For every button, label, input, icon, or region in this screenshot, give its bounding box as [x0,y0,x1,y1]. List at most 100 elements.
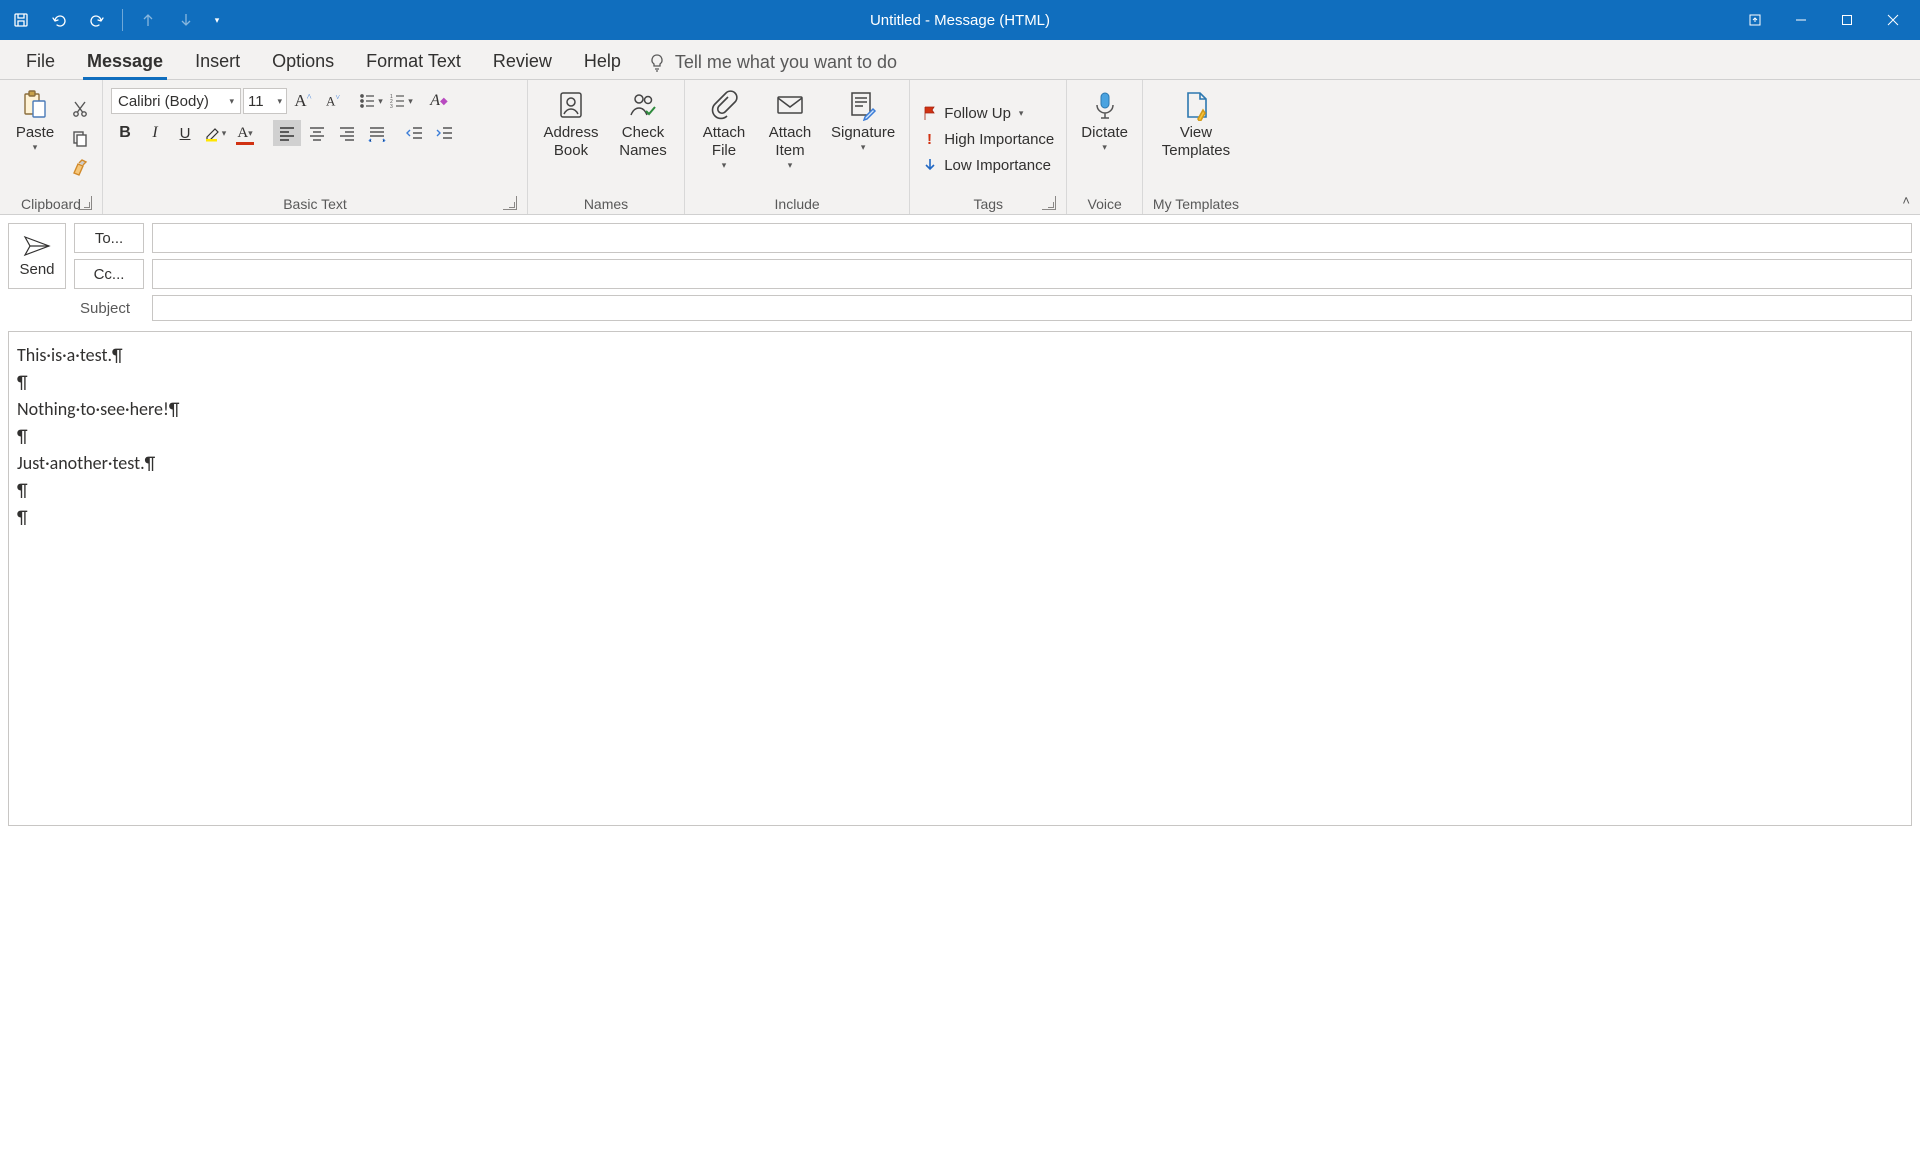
bold-button[interactable]: B [111,120,139,146]
attach-file-label: Attach File [699,124,749,160]
to-input[interactable] [152,223,1912,253]
decrease-indent-icon [406,124,424,142]
tab-options[interactable]: Options [256,43,350,79]
group-tags: Follow Up▾ ! High Importance Low Importa… [910,80,1067,214]
redo-button[interactable] [80,0,114,40]
body-line: This·is·a·test.¶ [17,342,1903,369]
group-label-basic-text: Basic Text [283,196,347,212]
send-button[interactable]: Send [8,223,66,289]
align-justify-icon [368,124,386,142]
highlight-icon [204,124,222,142]
cut-button[interactable] [66,96,94,122]
underline-button[interactable]: U [171,120,199,146]
cc-button[interactable]: Cc... [74,259,144,289]
svg-text:!: ! [927,131,932,147]
text-highlight-button[interactable]: ▾ [201,120,229,146]
dictate-label: Dictate [1081,124,1128,142]
decrease-indent-button[interactable] [401,120,429,146]
message-body-editor[interactable]: This·is·a·test.¶ ¶ Nothing·to·see·here!¶… [8,331,1912,826]
font-size-combo[interactable]: 11▾ [243,88,287,114]
body-line: ¶ [17,369,1903,396]
bullets-icon [359,92,377,110]
group-label-templates: My Templates [1151,192,1241,214]
attach-item-button[interactable]: Attach Item ▾ [759,84,821,171]
tags-launcher[interactable] [1042,196,1056,210]
font-color-button[interactable]: A▾ [231,120,259,146]
subject-label: Subject [74,300,144,317]
copy-icon [71,129,89,147]
subject-input[interactable] [152,295,1912,321]
tab-format-text[interactable]: Format Text [350,43,477,79]
paste-button[interactable]: Paste ▾ [8,84,62,153]
view-templates-button[interactable]: View Templates [1151,84,1241,160]
tab-message[interactable]: Message [71,43,179,79]
group-include: Attach File ▾ Attach Item ▾ Signature ▾ … [685,80,910,214]
save-button[interactable] [4,0,38,40]
justify-button[interactable] [363,120,391,146]
next-item-button[interactable] [169,0,203,40]
align-center-button[interactable] [303,120,331,146]
paste-icon [19,88,51,122]
increase-indent-icon [436,124,454,142]
check-names-icon [627,88,659,122]
window-controls [1732,0,1916,40]
signature-label: Signature [831,124,895,142]
title-bar: ▾ Untitled - Message (HTML) [0,0,1920,40]
group-names: Address Book Check Names Names [528,80,685,214]
body-line: ¶ [17,504,1903,531]
tab-help[interactable]: Help [568,43,637,79]
shrink-font-button[interactable]: A˅ [319,88,347,114]
align-right-button[interactable] [333,120,361,146]
qat-customize-button[interactable]: ▾ [207,0,227,40]
font-name-combo[interactable]: Calibri (Body)▾ [111,88,241,114]
increase-indent-button[interactable] [431,120,459,146]
ribbon-display-options-button[interactable] [1732,0,1778,40]
dictate-button[interactable]: Dictate ▾ [1075,84,1134,153]
format-painter-button[interactable] [66,154,94,180]
tab-review[interactable]: Review [477,43,568,79]
clear-formatting-button[interactable]: A◆ [425,88,453,114]
collapse-ribbon-button[interactable]: ˄ [1902,193,1910,208]
align-left-button[interactable] [273,120,301,146]
format-painter-icon [71,158,89,176]
previous-item-button[interactable] [131,0,165,40]
low-importance-button[interactable]: Low Importance [918,155,1058,176]
body-line: Nothing·to·see·here!¶ [17,396,1903,423]
to-button[interactable]: To... [74,223,144,253]
cc-input[interactable] [152,259,1912,289]
undo-button[interactable] [42,0,76,40]
tab-insert[interactable]: Insert [179,43,256,79]
address-book-button[interactable]: Address Book [536,84,606,160]
group-label-tags: Tags [973,196,1003,212]
address-book-label: Address Book [542,124,600,160]
copy-button[interactable] [66,125,94,151]
basic-text-launcher[interactable] [503,196,517,210]
signature-icon [847,88,879,122]
signature-button[interactable]: Signature ▾ [825,84,901,153]
close-button[interactable] [1870,0,1916,40]
bullets-button[interactable]: ▾ [357,88,385,114]
tab-file[interactable]: File [10,43,71,79]
attach-file-icon [708,88,740,122]
grow-font-button[interactable]: A˄ [289,88,317,114]
numbering-button[interactable]: 123▾ [387,88,415,114]
group-label-clipboard: Clipboard [21,196,81,212]
group-basic-text: Calibri (Body)▾ 11▾ A˄ A˅ ▾ 123▾ A◆ B I … [103,80,528,214]
attach-item-icon [774,88,806,122]
clipboard-launcher[interactable] [78,196,92,210]
check-names-label: Check Names [616,124,670,160]
low-importance-icon [922,157,938,173]
attach-file-button[interactable]: Attach File ▾ [693,84,755,171]
lightbulb-icon [647,53,667,73]
tell-me-search[interactable]: Tell me what you want to do [637,46,907,79]
maximize-button[interactable] [1824,0,1870,40]
italic-button[interactable]: I [141,120,169,146]
high-importance-button[interactable]: ! High Importance [918,129,1058,150]
minimize-button[interactable] [1778,0,1824,40]
body-line: Just·another·test.¶ [17,450,1903,477]
group-label-names: Names [536,192,676,214]
quick-access-toolbar: ▾ [4,0,227,40]
check-names-button[interactable]: Check Names [610,84,676,160]
follow-up-button[interactable]: Follow Up▾ [918,103,1058,124]
address-book-icon [555,88,587,122]
